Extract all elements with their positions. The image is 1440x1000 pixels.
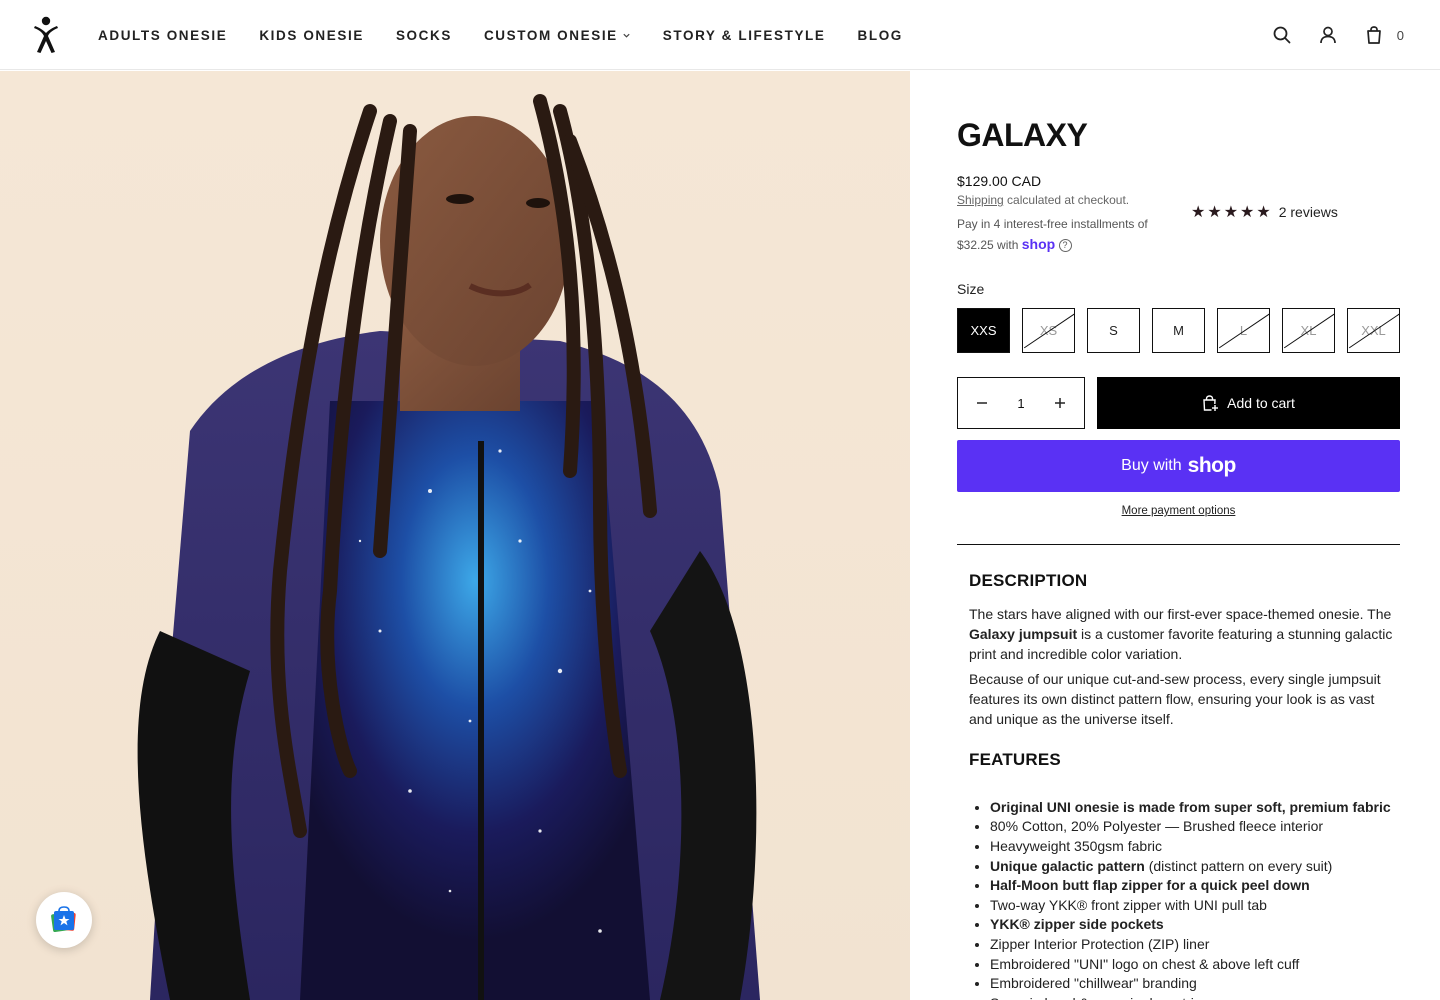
size-option-s[interactable]: S (1087, 308, 1140, 353)
size-option-m[interactable]: M (1152, 308, 1205, 353)
installments-text: Pay in 4 interest-free installments of (957, 217, 1148, 231)
stick-figure-logo-icon[interactable] (30, 16, 62, 54)
size-option-xxs[interactable]: XXS (957, 308, 1010, 353)
product-description: DESCRIPTION The stars have aligned with … (969, 571, 1400, 1000)
nav-item-label: CUSTOM ONESIE (483, 27, 618, 43)
nav-item-socks[interactable]: SOCKS (396, 28, 452, 43)
feature-item: Two-way YKK® front zipper with UNI pull … (990, 896, 1400, 916)
model-photo (137, 94, 760, 1000)
review-count[interactable]: 2 reviews (1279, 204, 1338, 220)
feature-item: Heavyweight 350gsm fabric (990, 837, 1400, 857)
shipping-text: calculated at checkout. (1003, 193, 1130, 207)
account-icon[interactable] (1317, 24, 1339, 46)
divider (957, 544, 1400, 545)
buy-with-shop-button[interactable]: Buy with shop (957, 440, 1400, 492)
nav-item-story-lifestyle[interactable]: STORY & LIFESTYLE (663, 28, 826, 43)
quantity-stepper: 1 (957, 377, 1085, 429)
feature-item: Unique galactic pattern (distinct patter… (990, 857, 1400, 877)
cart-icon[interactable] (1363, 24, 1385, 46)
product-image[interactable] (0, 71, 910, 1000)
star-icon: ★ (1191, 204, 1206, 221)
feature-item: Original UNI onesie is made from super s… (990, 798, 1400, 818)
question-mark-icon[interactable]: ? (1058, 239, 1072, 253)
cart-button[interactable]: 0 (1363, 24, 1404, 46)
main-nav: ADULTS ONESIE KIDS ONESIE SOCKS CUSTOM ONES… (98, 0, 903, 70)
add-to-cart-button[interactable]: Add to cart (1097, 377, 1400, 429)
shopping-bag-star-icon (51, 906, 76, 933)
description-paragraph: Because of our unique cut-and-sew proces… (969, 671, 1381, 727)
description-heading: DESCRIPTION (969, 571, 1088, 590)
description-paragraph: The stars have aligned with our first-ev… (969, 606, 1393, 662)
shipping-note: Shipping calculated at checkout. (957, 193, 1129, 207)
product-title: GALAXY (957, 117, 1088, 153)
shipping-link[interactable]: Shipping (957, 193, 1004, 207)
nav-item-label: SOCKS (395, 27, 452, 43)
cart-count: 0 (1396, 27, 1404, 43)
feature-item: Half-Moon butt flap zipper for a quick p… (990, 876, 1400, 896)
nav-item-adults-onesie[interactable]: ADULTS ONESIE (98, 28, 227, 43)
cart-plus-icon (1203, 394, 1219, 411)
buy-with-label: Buy with (1121, 457, 1182, 474)
size-label: Size (957, 281, 985, 297)
chevron-down-icon (623, 33, 630, 38)
product-rating[interactable]: ★ ★ ★ ★ ★ 2 reviews (1191, 202, 1338, 222)
installments-info: Pay in 4 interest-free installments of $… (957, 214, 1177, 255)
shop-logo: shop (1187, 454, 1237, 477)
star-icon: ★ (1256, 204, 1271, 221)
product-price: $129.00 CAD (957, 173, 1042, 189)
installments-with: with (997, 238, 1019, 252)
installments-amount: $32.25 (957, 238, 994, 252)
add-to-cart-label: Add to cart (1227, 395, 1295, 411)
nav-item-label: KIDS ONESIE (259, 27, 364, 43)
star-icon: ★ (1240, 204, 1255, 221)
quantity-value[interactable]: 1 (1017, 396, 1024, 411)
size-option-xs[interactable]: XS (1022, 308, 1075, 353)
feature-item: YKK® zipper side pockets (990, 915, 1400, 935)
feature-item: 80% Cotton, 20% Polyester — Brushed flee… (990, 817, 1400, 837)
feature-item: Sewn-in hood & sewn-in drawstrings (990, 994, 1400, 1000)
features-heading: FEATURES (969, 749, 1061, 769)
header-icons: 0 (1271, 0, 1404, 70)
site-header: ADULTS ONESIE KIDS ONESIE SOCKS CUSTOM ONES… (0, 0, 1440, 70)
size-option-xl[interactable]: XL (1282, 308, 1335, 353)
feature-item: Embroidered "UNI" logo on chest & above … (990, 955, 1400, 975)
size-option-xxl[interactable]: XXL (1347, 308, 1400, 353)
more-payment-options-link[interactable]: More payment options (957, 505, 1400, 517)
nav-item-kids-onesie[interactable]: KIDS ONESIE (259, 28, 364, 43)
shop-app-badge[interactable] (36, 892, 92, 948)
shop-pay-logo: shop (1021, 236, 1056, 252)
features-list: Original UNI onesie is made from super s… (969, 798, 1400, 1000)
search-icon[interactable] (1271, 24, 1293, 46)
feature-item: Embroidered "chillwear" branding (990, 974, 1400, 994)
nav-item-label: STORY & LIFESTYLE (662, 27, 826, 43)
feature-item: Zipper Interior Protection (ZIP) liner (990, 935, 1400, 955)
nav-item-custom-onesie[interactable]: CUSTOM ONESIE (484, 28, 631, 43)
size-option-l[interactable]: L (1217, 308, 1270, 353)
nav-item-label: BLOG (857, 27, 903, 43)
increase-quantity-button[interactable] (1052, 395, 1068, 411)
decrease-quantity-button[interactable] (974, 395, 990, 411)
star-icon: ★ (1223, 204, 1239, 221)
nav-item-label: ADULTS ONESIE (98, 27, 228, 43)
star-icon: ★ (1207, 204, 1222, 221)
nav-item-blog[interactable]: BLOG (858, 28, 903, 43)
size-selector: XXS XS S M L XL XXL (957, 308, 1400, 353)
rating-stars: ★ ★ ★ ★ ★ (1191, 202, 1271, 222)
